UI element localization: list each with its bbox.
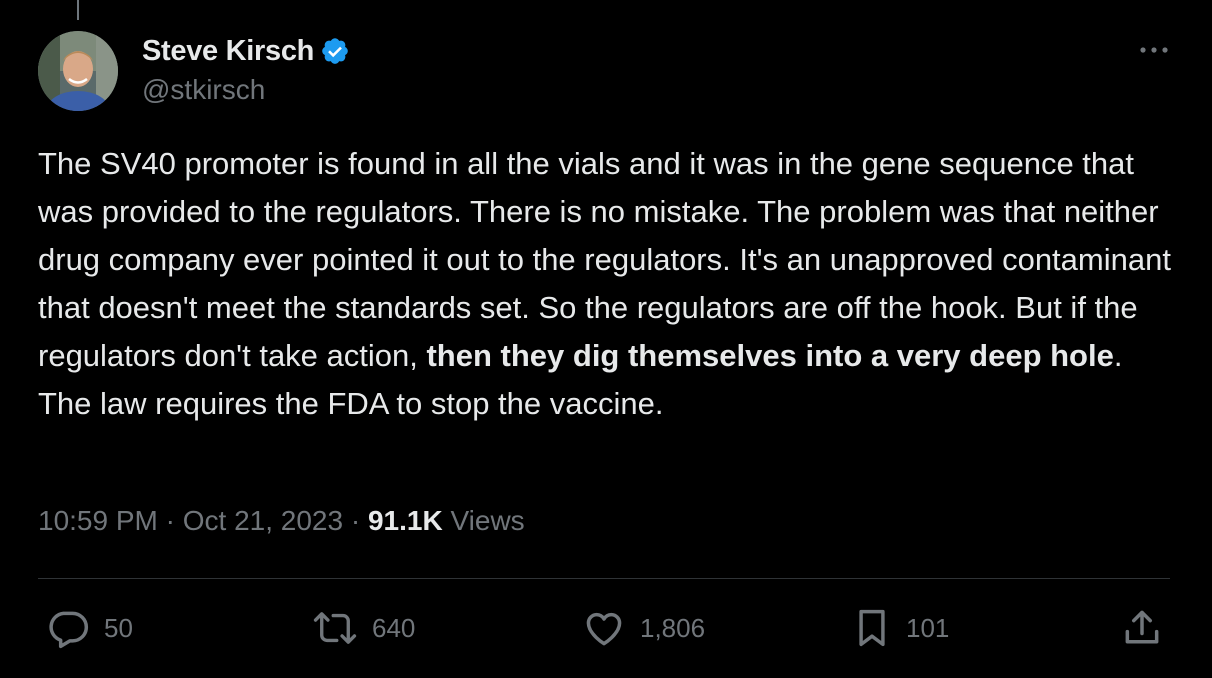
reply-button[interactable]: 50 bbox=[46, 606, 133, 650]
tweet-date[interactable]: Oct 21, 2023 bbox=[183, 505, 343, 536]
divider bbox=[38, 578, 1170, 579]
heart-icon bbox=[582, 606, 626, 650]
bookmark-icon bbox=[852, 606, 892, 650]
more-icon[interactable] bbox=[1134, 40, 1174, 60]
author-display-name[interactable]: Steve Kirsch bbox=[142, 35, 314, 68]
reply-icon bbox=[46, 606, 90, 650]
avatar[interactable] bbox=[38, 31, 118, 111]
bookmark-button[interactable]: 101 bbox=[852, 606, 949, 650]
repost-button[interactable]: 640 bbox=[312, 606, 415, 650]
bookmark-count: 101 bbox=[906, 612, 950, 643]
share-button[interactable] bbox=[1120, 606, 1164, 650]
repost-icon bbox=[312, 606, 358, 650]
author-handle[interactable]: @stkirsch bbox=[142, 74, 350, 106]
like-button[interactable]: 1,806 bbox=[582, 606, 705, 650]
avatar-image bbox=[38, 31, 118, 111]
reply-count: 50 bbox=[104, 612, 133, 643]
thread-connector-line bbox=[77, 0, 79, 20]
repost-count: 640 bbox=[372, 612, 416, 643]
meta-separator: · bbox=[350, 505, 361, 536]
views-label: Views bbox=[450, 505, 525, 536]
like-count: 1,806 bbox=[640, 612, 706, 643]
tweet-text-bold: then they dig themselves into a very dee… bbox=[426, 338, 1114, 373]
tweet-text: The SV40 promoter is found in all the vi… bbox=[38, 140, 1178, 428]
tweet-meta: 10:59 PM · Oct 21, 2023 · 91.1K Views bbox=[38, 505, 525, 537]
meta-separator: · bbox=[165, 505, 175, 536]
views-count[interactable]: 91.1K bbox=[368, 505, 443, 536]
share-icon bbox=[1120, 606, 1164, 650]
verified-badge-icon[interactable] bbox=[320, 36, 350, 66]
tweet-time[interactable]: 10:59 PM bbox=[38, 505, 158, 536]
author-info: Steve Kirsch @stkirsch bbox=[142, 32, 350, 106]
